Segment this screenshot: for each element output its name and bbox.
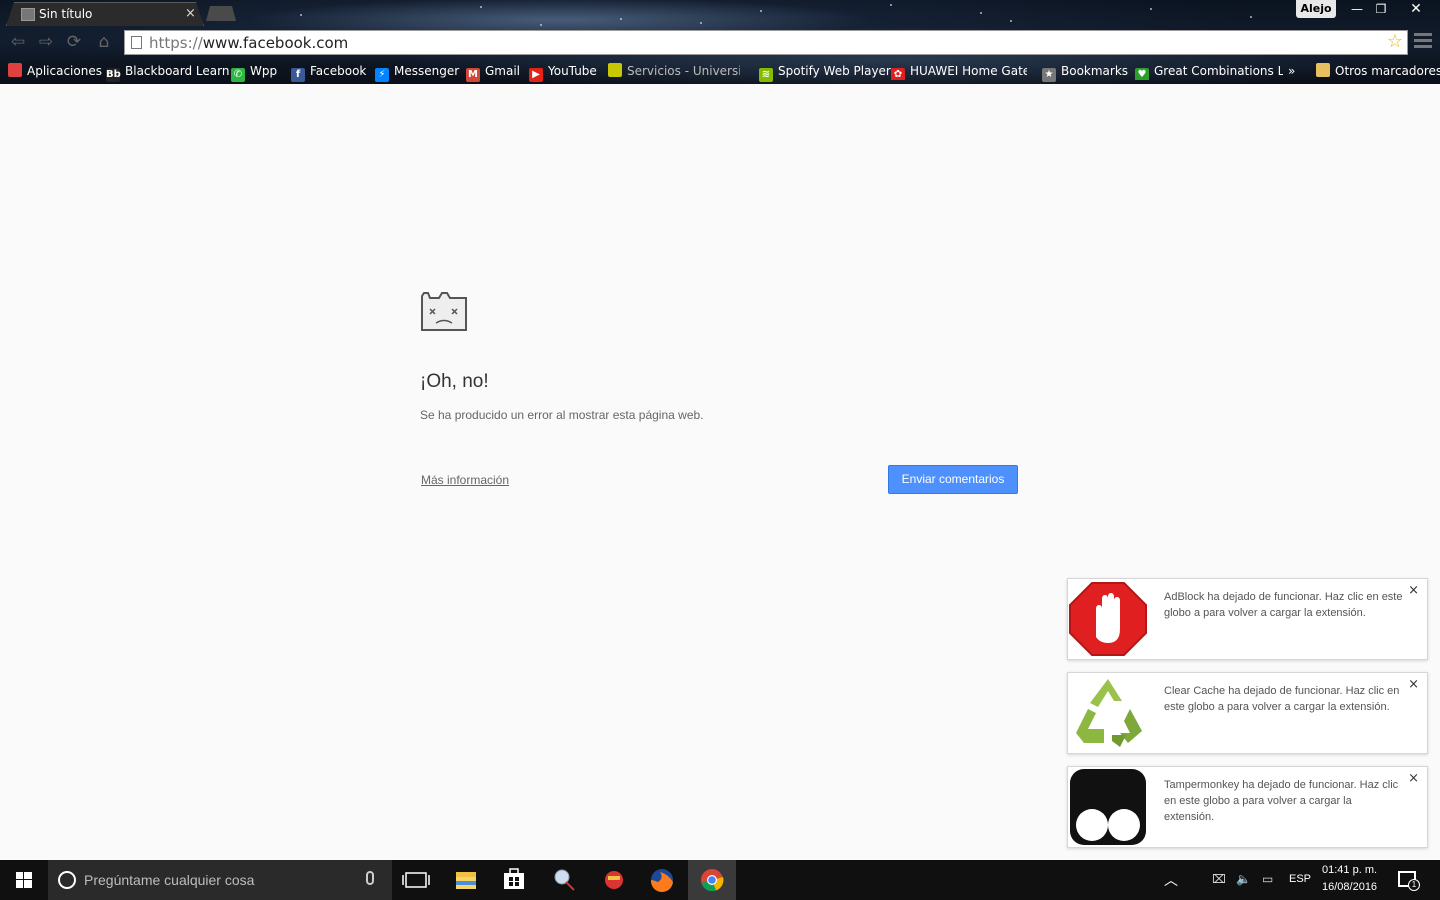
tab-close-icon[interactable]: ×: [185, 6, 196, 21]
action-center-icon[interactable]: 1: [1398, 871, 1420, 891]
store-icon[interactable]: [490, 860, 538, 900]
notification-tampermonkey[interactable]: Tampermonkey ha dejado de funcionar. Haz…: [1067, 766, 1428, 848]
show-hidden-icons-chevron-icon[interactable]: ︿: [1164, 870, 1178, 890]
bookmark-star-icon[interactable]: ☆: [1387, 31, 1403, 52]
bookmark-label: HUAWEI Home Gatew: [910, 64, 1027, 78]
bookmark-blackboard[interactable]: Bb Blackboard Learn: [106, 62, 230, 82]
heart-icon: ♥: [1135, 68, 1149, 80]
bookmark-label: Great Combinations La: [1154, 64, 1283, 78]
bookmark-heart[interactable]: ♥ Great Combinations La: [1135, 62, 1283, 80]
adblock-icon: [1069, 582, 1147, 656]
notification-text: AdBlock ha dejado de funcionar. Haz clic…: [1164, 591, 1403, 619]
notification-adblock[interactable]: AdBlock ha dejado de funcionar. Haz clic…: [1067, 578, 1428, 660]
more-info-link[interactable]: Más información: [421, 473, 509, 487]
error-title: ¡Oh, no!: [420, 371, 489, 392]
bookmark-facebook[interactable]: f Facebook: [291, 62, 367, 82]
recycle-icon: [1076, 679, 1142, 747]
close-icon[interactable]: ×: [1408, 677, 1419, 692]
blackboard-icon: Bb: [106, 68, 121, 82]
bookmarks-overflow-button[interactable]: »: [1288, 62, 1295, 80]
bookmark-youtube[interactable]: ▶ YouTube: [529, 62, 597, 82]
network-disconnected-icon[interactable]: ⌧: [1212, 872, 1226, 886]
bookmark-label: Aplicaciones: [27, 64, 102, 78]
browser-frame: Sin título × Alejo — ❐ ✕ ⇦ ⇨ ⟳ ⌂ https:/…: [0, 0, 1440, 84]
notification-text: Clear Cache ha dejado de funcionar. Haz …: [1164, 685, 1400, 713]
bookmark-star[interactable]: ★ Bookmarks: [1042, 62, 1129, 82]
back-arrow-icon[interactable]: ⇦: [8, 32, 28, 52]
notification-clear-cache[interactable]: Clear Cache ha dejado de funcionar. Haz …: [1067, 672, 1428, 754]
bookmark-label: YouTube: [548, 64, 597, 78]
bookmark-label: Wpp: [250, 64, 278, 78]
home-icon[interactable]: ⌂: [94, 32, 114, 52]
file-explorer-icon[interactable]: [442, 860, 490, 900]
task-view-icon[interactable]: [392, 860, 440, 900]
gmail-icon: M: [466, 68, 480, 82]
whatsapp-icon: ✆: [231, 68, 245, 82]
error-description: Se ha producido un error al mostrar esta…: [420, 408, 704, 422]
search-placeholder: Pregúntame cualquier cosa: [84, 872, 255, 888]
close-window-button[interactable]: ✕: [1396, 0, 1436, 18]
minimize-button[interactable]: —: [1346, 0, 1368, 18]
chrome-icon[interactable]: [688, 860, 736, 900]
other-bookmarks-label: Otros marcadores: [1335, 64, 1440, 78]
bookmarks-bar: Aplicaciones Bb Blackboard Learn ✆ Wpp f Faceb…: [0, 60, 1440, 82]
tab-title: Sin título: [39, 7, 93, 21]
sad-tab-favicon-icon: [21, 8, 35, 21]
bookmark-spotify[interactable]: ≋ Spotify Web Player: [759, 62, 891, 82]
clock-time[interactable]: 01:41 p. m.: [1322, 864, 1377, 876]
display-icon[interactable]: ▭: [1262, 872, 1273, 886]
bookmark-huawei[interactable]: ✿ HUAWEI Home Gatew: [891, 62, 1027, 80]
bookmark-apps-grid[interactable]: Aplicaciones: [8, 62, 102, 80]
chrome-menu-icon[interactable]: [1414, 33, 1432, 51]
input-language[interactable]: ESP: [1289, 873, 1311, 885]
bookmark-messenger[interactable]: ⚡ Messenger: [375, 62, 460, 82]
microphone-icon[interactable]: [366, 871, 374, 885]
youtube-icon: ▶: [529, 68, 543, 82]
huawei-icon: ✿: [891, 68, 905, 80]
folder-icon: [1316, 63, 1330, 77]
url-text[interactable]: https://www.facebook.com: [149, 34, 348, 52]
reload-icon[interactable]: ⟳: [64, 32, 84, 52]
sad-tab-icon: [421, 292, 467, 331]
other-bookmarks-folder[interactable]: Otros marcadores: [1316, 62, 1440, 80]
close-icon[interactable]: ×: [1408, 771, 1419, 786]
bookmark-label: Blackboard Learn: [125, 64, 230, 78]
bookmark-label: Messenger: [394, 64, 460, 78]
firefox-icon[interactable]: [638, 860, 686, 900]
university-icon: [608, 63, 622, 77]
apps-grid-icon: [8, 63, 22, 77]
cortana-search-box[interactable]: Pregúntame cualquier cosa: [48, 860, 392, 900]
game-app-icon[interactable]: [590, 860, 638, 900]
restore-button[interactable]: ❐: [1370, 0, 1392, 18]
send-feedback-button[interactable]: Enviar comentarios: [888, 465, 1018, 494]
bookmark-gmail[interactable]: M Gmail: [466, 62, 521, 82]
volume-icon[interactable]: 🔈: [1236, 872, 1251, 886]
bookmark-university[interactable]: Servicios - Universida: [608, 62, 740, 80]
taskbar: Pregúntame cualquier cosa ︿ ⌧ 🔈 ▭ ESP 01…: [0, 860, 1440, 900]
facebook-icon: f: [291, 68, 305, 82]
tampermonkey-icon: [1070, 769, 1146, 845]
bookmark-label: Spotify Web Player: [778, 64, 891, 78]
bookmark-whatsapp[interactable]: ✆ Wpp: [231, 62, 278, 82]
page-icon: [131, 36, 142, 49]
star-icon: ★: [1042, 68, 1056, 82]
bookmark-label: Bookmarks: [1061, 64, 1129, 78]
profile-button[interactable]: Alejo: [1296, 0, 1336, 18]
forward-arrow-icon[interactable]: ⇨: [36, 32, 56, 52]
spotify-icon: ≋: [759, 68, 773, 82]
new-tab-button[interactable]: [206, 6, 236, 21]
cortana-icon: [58, 871, 76, 889]
notification-count-badge: 1: [1408, 879, 1420, 891]
windows-start-icon[interactable]: [0, 860, 48, 900]
tab-sin-titulo[interactable]: Sin título ×: [6, 2, 204, 26]
bookmark-label: Gmail: [485, 64, 521, 78]
messenger-icon: ⚡: [375, 68, 389, 82]
bookmark-label: Facebook: [310, 64, 367, 78]
address-bar[interactable]: https://www.facebook.com ☆: [124, 30, 1408, 55]
notification-text: Tampermonkey ha dejado de funcionar. Haz…: [1164, 779, 1399, 823]
close-icon[interactable]: ×: [1408, 583, 1419, 598]
snipping-tool-icon[interactable]: [540, 860, 588, 900]
clock-date[interactable]: 16/08/2016: [1322, 881, 1377, 893]
bookmark-label: Servicios - Universida: [627, 64, 740, 78]
